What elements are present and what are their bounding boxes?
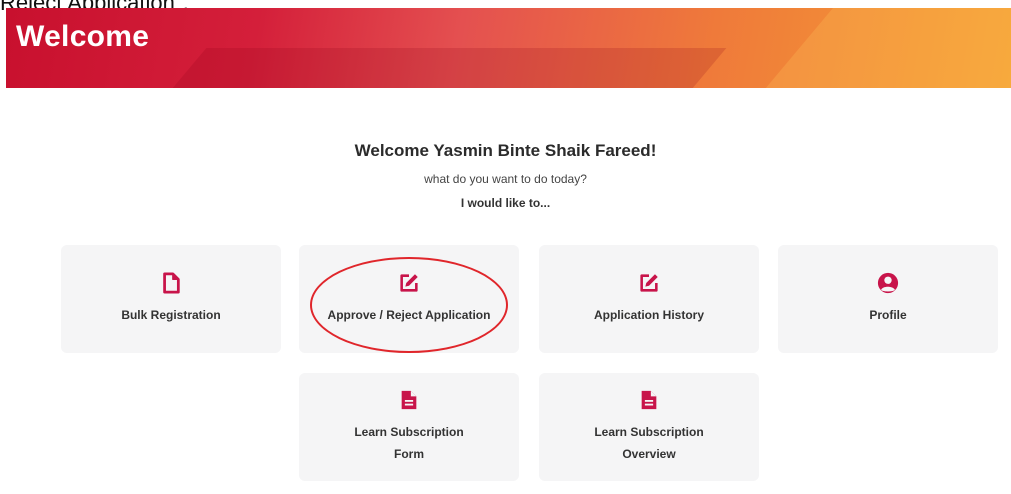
greeting-subtitle: what do you want to do today? (424, 172, 587, 186)
banner-shade (105, 48, 727, 88)
profile-card[interactable]: Profile (778, 245, 998, 353)
profile-label: Profile (869, 308, 907, 322)
banner-highlight (723, 8, 1011, 88)
greeting-prompt: I would like to... (460, 196, 551, 210)
user-circle-icon (877, 272, 899, 294)
approve-reject-application-label: Approve / Reject Application (327, 308, 491, 322)
welcome-banner: Welcome (6, 8, 1011, 88)
learn-subscription-form-label: Learn Subscription Form (354, 425, 464, 461)
application-history-card[interactable]: Application History (539, 245, 759, 353)
greeting-title: Welcome Yasmin Binte Shaik Fareed! (354, 141, 657, 160)
edit-icon (400, 274, 418, 292)
bulk-registration-card[interactable]: Bulk Registration (61, 245, 281, 353)
edit-icon (640, 274, 658, 292)
page: Reject Application". Welcome Welcome Yas… (0, 0, 1011, 494)
bulk-registration-label: Bulk Registration (121, 308, 221, 322)
file-icon (163, 272, 180, 294)
banner-title: Welcome (16, 20, 150, 53)
approve-reject-application-card[interactable]: Approve / Reject Application (299, 245, 519, 353)
learn-subscription-form-card[interactable]: Learn Subscription Form (299, 373, 519, 481)
application-history-label: Application History (593, 308, 704, 322)
learn-subscription-overview-card[interactable]: Learn Subscription Overview (539, 373, 759, 481)
learn-subscription-overview-label: Learn Subscription Overview (594, 425, 704, 461)
file-text-icon (641, 390, 657, 410)
file-text-icon (401, 390, 417, 410)
